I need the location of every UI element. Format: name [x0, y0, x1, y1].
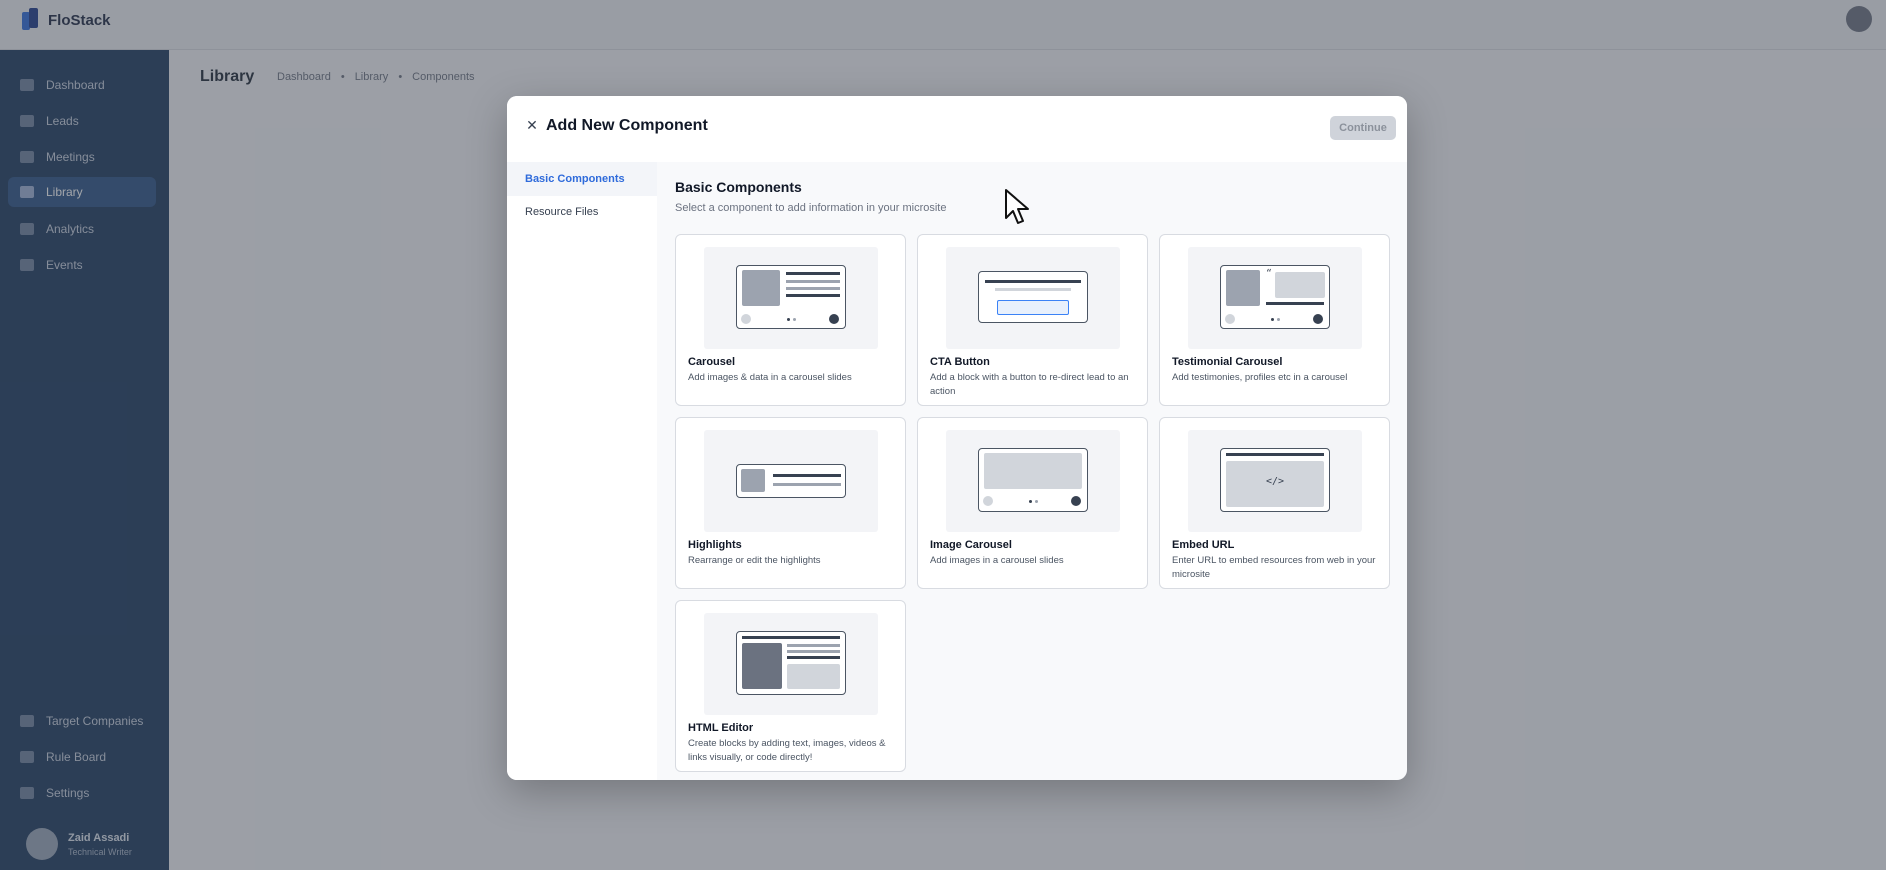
card-description: Rearrange or edit the highlights [688, 555, 821, 566]
component-card-html-editor[interactable]: HTML Editor Create blocks by adding text… [675, 600, 906, 772]
card-title: Highlights [688, 539, 742, 551]
card-description: Enter URL to embed resources from web in… [1172, 555, 1376, 580]
cta-button-preview [946, 247, 1120, 349]
nav-basic-components[interactable]: Basic Components [507, 162, 657, 196]
card-title: Testimonial Carousel [1172, 356, 1283, 368]
testimonial-carousel-preview: “ [1188, 247, 1362, 349]
section-title: Basic Components [675, 179, 802, 195]
card-description: Add images & data in a carousel slides [688, 372, 852, 383]
card-title: HTML Editor [688, 722, 754, 734]
modal-nav: Basic Components Resource Files [507, 162, 657, 780]
code-icon: </> [1265, 476, 1285, 487]
carousel-preview [704, 247, 878, 349]
card-title: Image Carousel [930, 539, 1012, 551]
card-description: Add a block with a button to re-direct l… [930, 372, 1129, 397]
nav-resource-files[interactable]: Resource Files [507, 195, 657, 229]
embed-url-preview: </> [1188, 430, 1362, 532]
highlights-preview [704, 430, 878, 532]
component-card-image-carousel[interactable]: Image Carousel Add images in a carousel … [917, 417, 1148, 589]
modal-title: Add New Component [546, 117, 708, 134]
component-card-testimonial-carousel[interactable]: “ Testimonial Carousel Add testimonies, … [1159, 234, 1390, 406]
card-description: Create blocks by adding text, images, vi… [688, 738, 886, 763]
card-title: CTA Button [930, 356, 990, 368]
card-title: Embed URL [1172, 539, 1235, 551]
card-title: Carousel [688, 356, 736, 368]
continue-button[interactable]: Continue [1330, 116, 1396, 140]
modal-header: ✕ Add New Component Continue [507, 96, 1407, 162]
mouse-cursor-icon [1005, 189, 1029, 224]
component-card-carousel[interactable]: Carousel Add images & data in a carousel… [675, 234, 906, 406]
section-subtitle: Select a component to add information in… [675, 202, 947, 214]
add-component-modal: ✕ Add New Component Continue Basic Compo… [507, 96, 1407, 780]
card-description: Add testimonies, profiles etc in a carou… [1172, 372, 1348, 383]
image-carousel-preview [946, 430, 1120, 532]
component-card-embed-url[interactable]: </> Embed URL Enter URL to embed resourc… [1159, 417, 1390, 589]
close-icon[interactable]: ✕ [525, 118, 539, 132]
card-description: Add images in a carousel slides [930, 555, 1064, 566]
component-card-cta-button[interactable]: CTA Button Add a block with a button to … [917, 234, 1148, 406]
component-card-highlights[interactable]: Highlights Rearrange or edit the highlig… [675, 417, 906, 589]
html-editor-preview [704, 613, 878, 715]
